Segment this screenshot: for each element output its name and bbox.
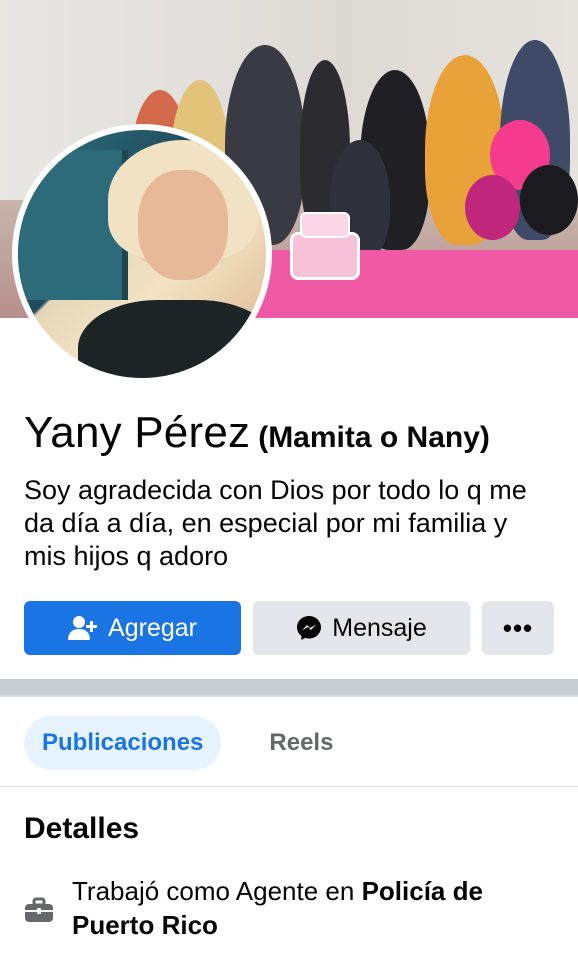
tabs-divider bbox=[0, 786, 578, 787]
messenger-icon bbox=[297, 616, 322, 640]
tab-reels[interactable]: Reels bbox=[251, 716, 351, 770]
profile-tabs: Publicaciones Reels bbox=[24, 716, 351, 770]
more-options-label: ••• bbox=[502, 612, 534, 643]
detail-text: Trabajó como Agente en Policía de Puerto… bbox=[72, 874, 564, 942]
profile-picture-frame[interactable] bbox=[12, 124, 272, 384]
tab-publicaciones[interactable]: Publicaciones bbox=[24, 716, 222, 770]
add-friend-icon bbox=[68, 616, 98, 640]
profile-bio: Soy agradecida con Dios por todo lo q me… bbox=[24, 475, 527, 571]
briefcase-icon bbox=[25, 897, 53, 922]
detail-item-work: Trabajó como Agente en Policía de Puerto… bbox=[24, 874, 564, 942]
avatar-clothing bbox=[78, 300, 266, 378]
cover-balloon bbox=[465, 175, 520, 240]
section-divider bbox=[0, 679, 578, 697]
profile-picture[interactable] bbox=[18, 130, 266, 378]
profile-actions: Agregar Mensaje ••• bbox=[24, 601, 554, 655]
profile-name: Yany Pérez bbox=[24, 408, 251, 457]
more-options-button[interactable]: ••• bbox=[482, 601, 554, 655]
avatar-face bbox=[138, 170, 228, 280]
cover-balloon bbox=[520, 165, 578, 235]
add-friend-label: Agregar bbox=[108, 613, 197, 642]
message-label: Mensaje bbox=[332, 613, 427, 642]
detail-work-prefix: Trabajó como Agente en bbox=[72, 876, 362, 906]
cover-cake-top bbox=[300, 212, 350, 238]
add-friend-button[interactable]: Agregar bbox=[24, 601, 241, 655]
cover-cake bbox=[290, 232, 360, 280]
profile-name-row: Yany Pérez (Mamita o Nany) bbox=[24, 408, 490, 458]
profile-alternate-name: (Mamita o Nany) bbox=[258, 421, 490, 454]
message-button[interactable]: Mensaje bbox=[253, 601, 470, 655]
details-title: Detalles bbox=[24, 812, 140, 845]
